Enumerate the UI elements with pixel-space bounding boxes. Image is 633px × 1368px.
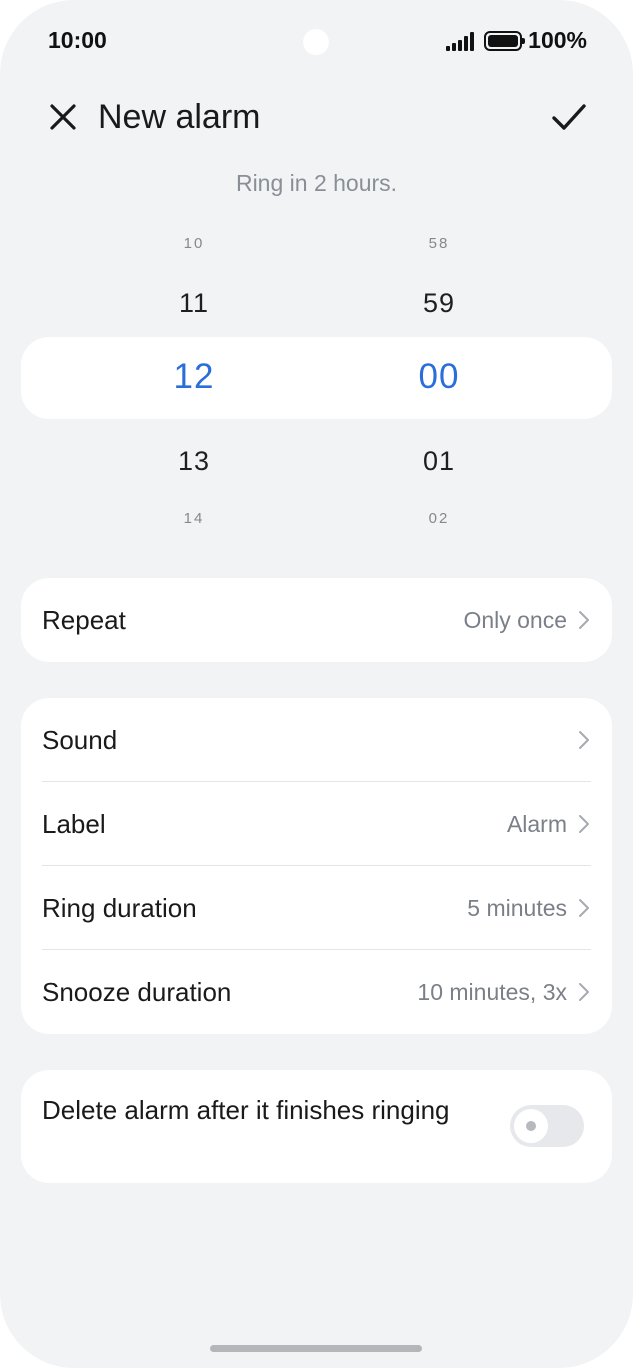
snooze-duration-value: 10 minutes, 3x [417, 978, 567, 1005]
repeat-label: Repeat [42, 604, 126, 635]
alarm-settings-card: Sound Label Alarm Ring duration 5 minute… [21, 698, 612, 1034]
battery-percent: 100% [528, 27, 587, 53]
label-label: Label [42, 808, 106, 839]
repeat-row[interactable]: Repeat Only once [42, 578, 591, 662]
front-camera [303, 29, 329, 55]
hour-option[interactable]: 13 [134, 446, 254, 477]
check-icon [552, 104, 586, 130]
phone-screen: 10:00 100% New alarm Ring in 2 hours. 10… [0, 0, 633, 1368]
signal-icon [446, 31, 475, 51]
minute-option[interactable]: 59 [379, 288, 499, 319]
chevron-right-icon [579, 731, 589, 749]
battery-icon [484, 30, 526, 51]
sound-label: Sound [42, 724, 118, 755]
delete-after-card: Delete alarm after it finishes ringing [21, 1070, 612, 1183]
repeat-value-group: Only once [463, 607, 591, 634]
minute-option[interactable]: 01 [379, 446, 499, 477]
minute-selected[interactable]: 00 [379, 357, 499, 397]
label-row[interactable]: Label Alarm [42, 782, 591, 866]
page-title: New alarm [98, 98, 261, 136]
hour-option[interactable]: 11 [134, 288, 254, 319]
ring-countdown: Ring in 2 hours. [235, 170, 398, 196]
hour-option[interactable]: 14 [134, 510, 254, 527]
snooze-duration-label: Snooze duration [42, 976, 232, 1007]
chevron-right-icon [579, 611, 589, 629]
repeat-card[interactable]: Repeat Only once [21, 578, 612, 662]
hour-selected[interactable]: 12 [134, 357, 254, 397]
repeat-value: Only once [463, 606, 567, 633]
minute-option[interactable]: 58 [379, 235, 499, 252]
close-button[interactable] [46, 100, 80, 134]
sound-row[interactable]: Sound [42, 698, 591, 782]
confirm-button[interactable] [550, 100, 588, 134]
sound-value-group [567, 729, 591, 751]
status-indicators: 100% [446, 27, 587, 54]
ring-duration-value: 5 minutes [467, 894, 567, 921]
ring-duration-label: Ring duration [42, 892, 197, 923]
toggle-off-dot-icon [526, 1121, 536, 1131]
label-value-group: Alarm [507, 811, 591, 838]
ring-duration-row[interactable]: Ring duration 5 minutes [42, 866, 591, 950]
status-time: 10:00 [48, 27, 107, 53]
hour-option[interactable]: 10 [134, 235, 254, 252]
minute-option[interactable]: 02 [379, 510, 499, 527]
close-icon [50, 104, 76, 130]
label-value: Alarm [506, 810, 567, 837]
snooze-duration-value-group: 10 minutes, 3x [417, 979, 591, 1006]
chevron-right-icon [579, 899, 589, 917]
home-indicator[interactable] [210, 1345, 422, 1352]
ring-duration-value-group: 5 minutes [467, 895, 591, 922]
chevron-right-icon [579, 983, 589, 1001]
snooze-duration-row[interactable]: Snooze duration 10 minutes, 3x [42, 950, 591, 1034]
chevron-right-icon [579, 815, 589, 833]
delete-after-toggle[interactable] [510, 1105, 584, 1147]
delete-after-label: Delete alarm after it finishes ringing [42, 1095, 450, 1125]
picker-selection-highlight [21, 337, 612, 419]
